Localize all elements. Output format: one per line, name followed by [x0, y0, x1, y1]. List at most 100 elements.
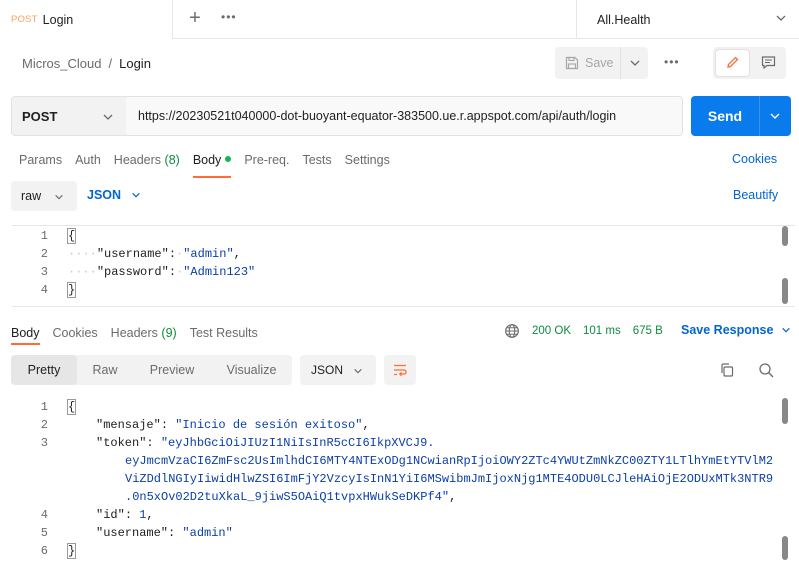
- json-key: "mensaje": [96, 418, 161, 432]
- json-value: "eyJhbGciOiJIUzI1NiIsInR5cCI6IkpXVCJ9.: [160, 436, 435, 450]
- code-close-brace: }: [66, 282, 77, 298]
- line-number: 3: [40, 265, 48, 279]
- response-tabs: Body Cookies Headers (9) Test Results: [11, 323, 271, 345]
- json-key: "username": [96, 247, 169, 261]
- line-number: 4: [40, 283, 48, 297]
- edit-docs-button[interactable]: [716, 50, 749, 76]
- response-tab-body[interactable]: Body: [11, 326, 40, 345]
- send-button[interactable]: Send: [691, 96, 791, 136]
- save-response-button[interactable]: Save Response: [681, 323, 791, 337]
- chevron-down-icon[interactable]: [629, 57, 641, 69]
- tab-label: Test Results: [189, 326, 258, 340]
- response-format-label: JSON: [311, 363, 344, 377]
- beautify-link[interactable]: Beautify: [733, 188, 778, 202]
- line-number: 1: [40, 400, 48, 414]
- code-line: "username": "admin": [96, 526, 233, 540]
- response-stats: 200 OK 101 ms 675 B: [504, 323, 663, 339]
- scrollbar-thumb[interactable]: [782, 398, 788, 424]
- tab-params[interactable]: Params: [19, 152, 62, 176]
- request-body-editor[interactable]: 1 2 3 4 { ····"username":·"admin", ····"…: [12, 225, 795, 307]
- environment-selector[interactable]: All.Health: [576, 0, 799, 39]
- status-code[interactable]: 200 OK: [532, 325, 571, 337]
- line-number: 2: [40, 247, 48, 261]
- tab-settings[interactable]: Settings: [345, 152, 390, 176]
- tab-method-label: POST: [11, 14, 38, 25]
- tab-tests[interactable]: Tests: [302, 152, 331, 176]
- copy-icon[interactable]: [719, 362, 735, 381]
- tab-login[interactable]: POST Login: [0, 0, 173, 39]
- chevron-down-icon[interactable]: [769, 110, 781, 122]
- scrollbar-thumb[interactable]: [782, 278, 788, 304]
- tab-auth[interactable]: Auth: [75, 152, 101, 176]
- more-actions-button[interactable]: •••: [664, 55, 680, 69]
- send-divider: [759, 96, 760, 136]
- url-text: https://20230521t040000-dot-buoyant-equa…: [138, 109, 617, 123]
- tab-label: Settings: [344, 153, 390, 167]
- json-value: "Inicio de sesión exitoso": [175, 418, 363, 432]
- response-time[interactable]: 101 ms: [583, 325, 621, 337]
- json-value: "admin": [183, 247, 234, 261]
- token-continuation: ViZDdlNGIyIiwidHlwZSI6ImFjY2VzcyIsInN1Yi…: [125, 472, 774, 486]
- token-continuation: .0n5xOv02D2tuXkaL_9jiwS5OAiQ1tvpxHWukSeD…: [125, 490, 450, 504]
- new-tab-button[interactable]: +: [184, 8, 206, 30]
- scrollbar-thumb[interactable]: [782, 226, 788, 246]
- json-value: "Admin123": [183, 265, 256, 279]
- code-line: .0n5xOv02D2tuXkaL_9jiwS5OAiQ1tvpxHWukSeD…: [125, 490, 457, 504]
- globe-icon[interactable]: [504, 323, 520, 339]
- breadcrumb-collection[interactable]: Micros_Cloud: [22, 56, 101, 71]
- method-selector[interactable]: POST: [11, 96, 127, 136]
- tab-name-label: Login: [42, 12, 74, 27]
- search-icon[interactable]: [758, 362, 775, 382]
- save-button[interactable]: Save: [555, 47, 648, 79]
- line-number: 4: [40, 508, 48, 522]
- url-input[interactable]: https://20230521t040000-dot-buoyant-equa…: [126, 96, 683, 136]
- line-number: 5: [40, 526, 48, 540]
- code-line: "token": "eyJhbGciOiJIUzI1NiIsInR5cCI6Ik…: [96, 436, 435, 450]
- code-line: "id": 1,: [96, 508, 154, 522]
- token-continuation: eyJmcmVzaCI6ZmFsc2UsImlhdCI6MTY4NTExODg1…: [125, 454, 774, 468]
- json-key: "token": [96, 436, 147, 450]
- scrollbar-thumb[interactable]: [782, 536, 788, 560]
- tab-label: Headers: [113, 153, 162, 167]
- json-value: "admin": [182, 526, 233, 540]
- view-pretty[interactable]: Pretty: [11, 355, 77, 385]
- breadcrumb-request[interactable]: Login: [119, 56, 151, 71]
- breadcrumb: Micros_Cloud / Login: [22, 54, 151, 72]
- view-preview[interactable]: Preview: [133, 355, 211, 385]
- save-icon: [565, 56, 579, 70]
- tab-label: Headers: [110, 326, 158, 340]
- wrap-lines-button[interactable]: [384, 355, 416, 385]
- response-tab-test-results[interactable]: Test Results: [190, 326, 258, 340]
- pencil-icon: [727, 56, 739, 68]
- tab-body[interactable]: Body: [192, 152, 232, 178]
- view-visualize[interactable]: Visualize: [211, 355, 292, 385]
- sidebar-toggle-group: [713, 47, 786, 79]
- response-format-selector[interactable]: JSON: [300, 355, 376, 385]
- environment-name: All.Health: [597, 12, 651, 27]
- json-key: "username": [96, 526, 169, 540]
- breadcrumb-separator: /: [108, 55, 113, 71]
- response-size[interactable]: 675 B: [633, 325, 663, 337]
- chevron-down-icon: [776, 15, 786, 21]
- tab-more-button[interactable]: •••: [221, 10, 241, 28]
- code-line: ····"username":·"admin",: [68, 247, 241, 261]
- body-mode-selector[interactable]: raw: [11, 181, 77, 211]
- chevron-down-icon: [132, 192, 140, 198]
- line-number: 6: [40, 544, 48, 558]
- body-language-selector[interactable]: JSON: [87, 188, 141, 202]
- view-raw[interactable]: Raw: [77, 355, 133, 385]
- comments-button[interactable]: [752, 50, 784, 76]
- response-view-toggle: Pretty Raw Preview Visualize: [11, 355, 292, 385]
- chevron-down-icon: [782, 327, 791, 333]
- tab-pre-request[interactable]: Pre-req.: [244, 152, 289, 176]
- chevron-down-icon: [55, 194, 63, 200]
- tab-label: Body: [192, 153, 222, 167]
- response-tab-cookies[interactable]: Cookies: [53, 326, 98, 340]
- tab-headers[interactable]: Headers (8): [114, 152, 180, 176]
- cookies-link[interactable]: Cookies: [732, 152, 777, 166]
- save-response-label: Save Response: [681, 323, 774, 337]
- response-tab-headers[interactable]: Headers (9): [111, 326, 177, 340]
- line-number: 2: [40, 418, 48, 432]
- response-body-viewer[interactable]: 1 2 3 4 5 6 { "mensaje": "Inicio de sesi…: [12, 396, 795, 564]
- json-key: "id": [96, 508, 125, 522]
